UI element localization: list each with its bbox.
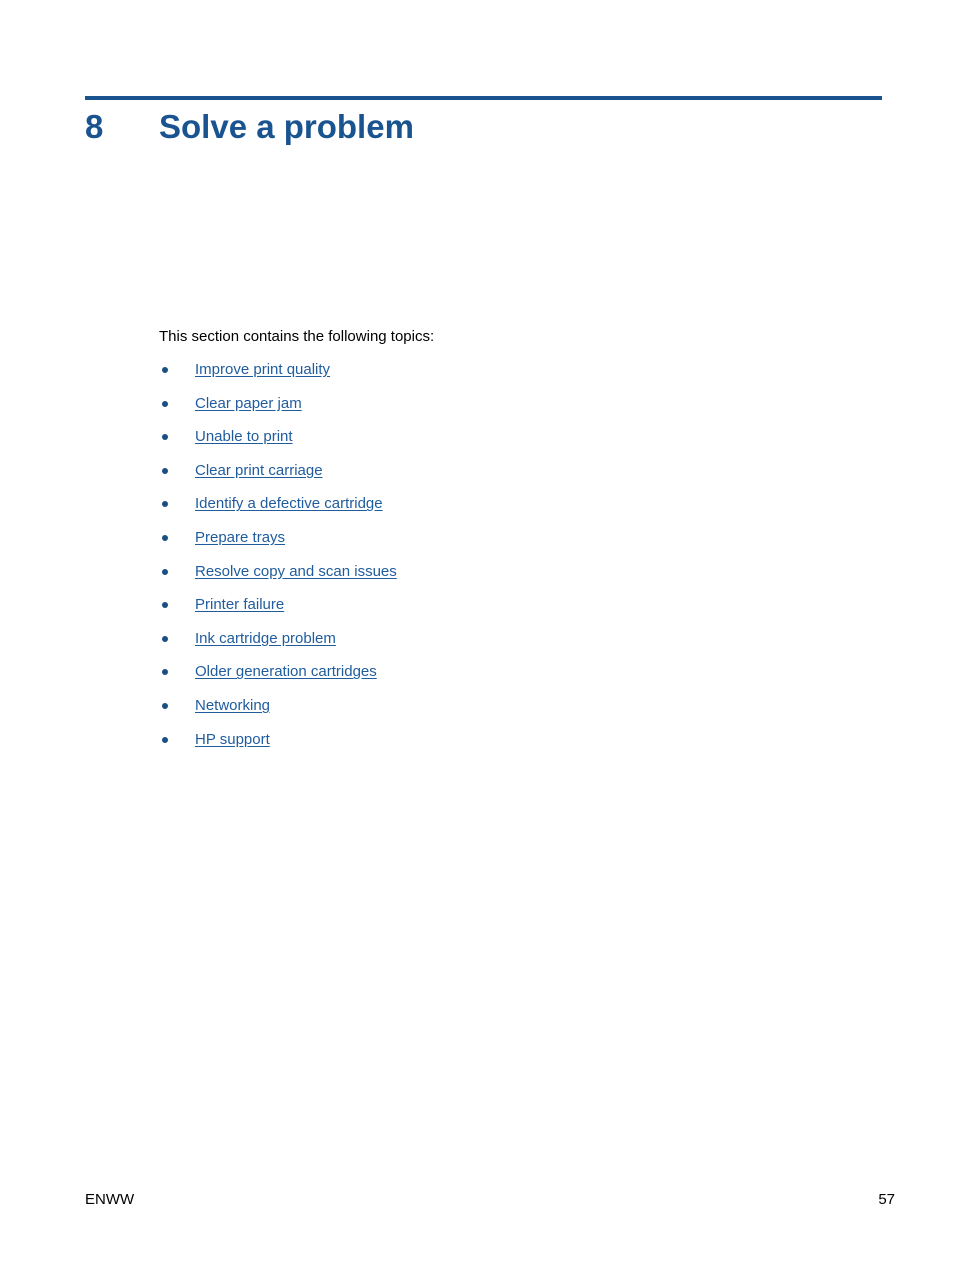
chapter-number: 8 [85, 108, 104, 145]
list-item: Unable to print [159, 427, 859, 461]
chapter-heading: 8 Solve a problem [85, 106, 885, 148]
bullet-icon [159, 730, 195, 750]
list-item: Prepare trays [159, 528, 859, 562]
bullet-icon [159, 662, 195, 682]
list-item: Ink cartridge problem [159, 629, 859, 663]
topic-list: Improve print quality Clear paper jam Un… [159, 360, 859, 763]
list-item: Clear paper jam [159, 394, 859, 428]
bullet-icon [159, 427, 195, 447]
list-item: Identify a defective cartridge [159, 494, 859, 528]
bullet-icon [159, 562, 195, 582]
topic-link[interactable]: Prepare trays [195, 528, 285, 548]
list-item: Printer failure [159, 595, 859, 629]
chapter-header-rule [85, 96, 882, 100]
topic-link[interactable]: Printer failure [195, 595, 284, 615]
intro-text: This section contains the following topi… [159, 328, 435, 345]
bullet-icon [159, 696, 195, 716]
bullet-icon [159, 360, 195, 380]
topic-link[interactable]: Networking [195, 696, 270, 716]
topic-link[interactable]: Clear print carriage [195, 461, 323, 481]
topic-link[interactable]: Identify a defective cartridge [195, 494, 383, 514]
topic-link[interactable]: Unable to print [195, 427, 293, 447]
topic-link[interactable]: Resolve copy and scan issues [195, 562, 397, 582]
bullet-icon [159, 494, 195, 514]
list-item: HP support [159, 730, 859, 764]
topic-link[interactable]: Older generation cartridges [195, 662, 377, 682]
footer-locale-code: ENWW [85, 1191, 135, 1208]
topic-link[interactable]: Ink cartridge problem [195, 629, 336, 649]
topic-link[interactable]: Improve print quality [195, 360, 330, 380]
document-page: 8 Solve a problem This section contains … [0, 0, 954, 1270]
page-number: 57 [878, 1191, 895, 1208]
topic-link[interactable]: HP support [195, 730, 270, 750]
bullet-icon [159, 595, 195, 615]
bullet-icon [159, 394, 195, 414]
page-title: Solve a problem [159, 108, 414, 145]
list-item: Resolve copy and scan issues [159, 562, 859, 596]
list-item: Improve print quality [159, 360, 859, 394]
list-item: Clear print carriage [159, 461, 859, 495]
bullet-icon [159, 528, 195, 548]
topic-link[interactable]: Clear paper jam [195, 394, 302, 414]
bullet-icon [159, 629, 195, 649]
bullet-icon [159, 461, 195, 481]
list-item: Networking [159, 696, 859, 730]
list-item: Older generation cartridges [159, 662, 859, 696]
page-footer: ENWW 57 [85, 1190, 895, 1210]
